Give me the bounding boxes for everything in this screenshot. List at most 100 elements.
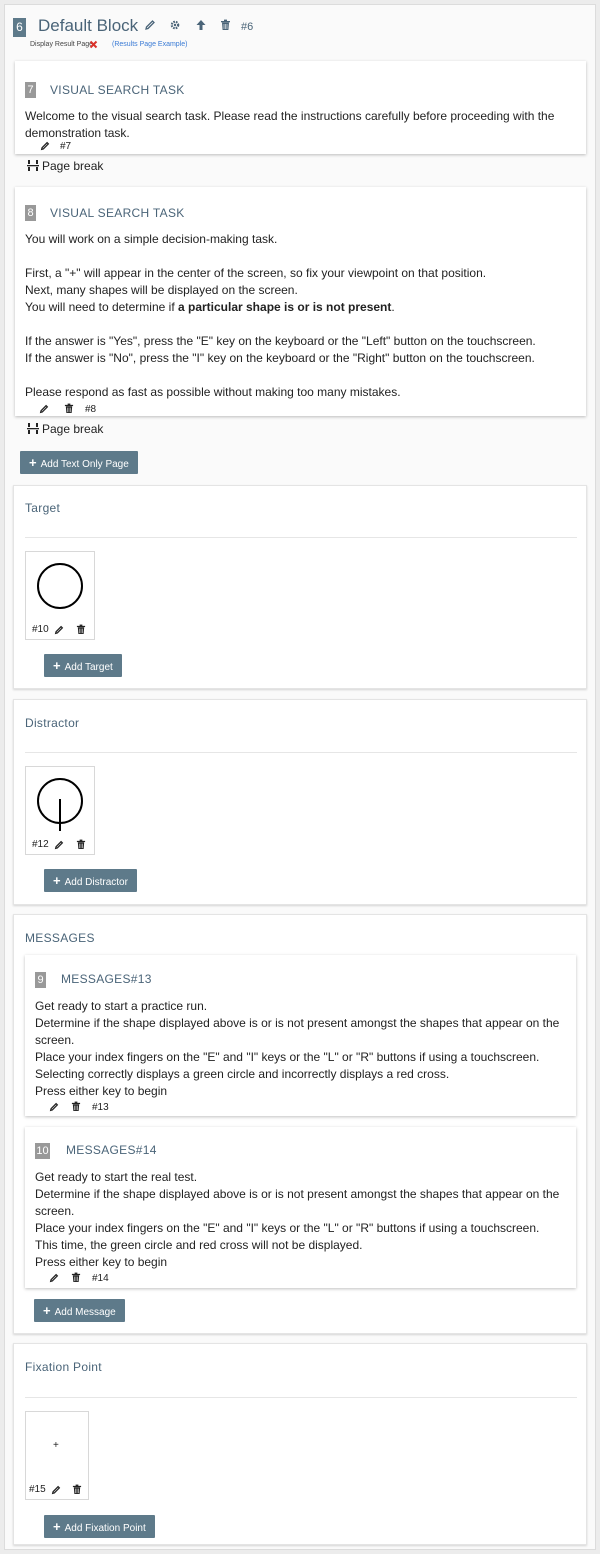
card-id: #8 [85,404,97,415]
text-line: Determine if the shape displayed above i… [35,1016,560,1047]
settings-gear-icon[interactable] [169,19,181,34]
card-text: Welcome to the visual search task. Pleas… [25,109,555,140]
button-label: Add Fixation Point [64,1523,146,1534]
fixation-point-stimulus-card[interactable]: + #15 [25,1411,89,1500]
delete-trash-icon[interactable] [64,403,74,417]
edit-pencil-icon[interactable] [49,1272,59,1286]
card-text: You will work on a simple decision-makin… [25,231,580,401]
edit-pencil-icon[interactable] [51,1484,61,1498]
text-line: First, a "+" will appear in the center o… [25,266,487,280]
button-label: Add Message [54,1307,116,1318]
text-line: You will work on a simple decision-makin… [25,232,278,246]
message-card-13: 9 MESSAGES#13 Get ready to start a pract… [25,955,576,1116]
page-break-icon [27,423,39,437]
delete-trash-icon[interactable] [71,1272,81,1286]
add-target-button[interactable]: + Add Target [44,654,122,677]
section-title: Target [25,501,61,515]
delete-block-trash-icon[interactable] [220,19,231,34]
message-card-14: 10 MESSAGES#14 Get ready to start the re… [25,1127,576,1288]
edit-pencil-icon[interactable] [39,403,49,417]
page-break-label: Page break [42,159,104,173]
text-span: . [391,300,395,314]
stimulus-id: #15 [29,1484,46,1495]
section-title: MESSAGES [25,931,95,945]
edit-block-pencil-icon[interactable] [144,19,156,34]
edit-pencil-icon[interactable] [49,1101,59,1115]
delete-trash-icon[interactable] [76,624,86,638]
page-break-label: Page break [42,422,104,436]
text-line: Determine if the shape displayed above i… [35,1187,560,1218]
stimulus-id: #12 [32,839,49,850]
card-id: #7 [60,141,72,152]
delete-trash-icon[interactable] [71,1101,81,1115]
text-page-card-7: 7 VISUAL SEARCH TASK Welcome to the visu… [15,61,586,154]
text-span: You will need to determine if [25,300,178,314]
section-divider [25,752,577,753]
fixation-cross-symbol: + [53,1440,59,1451]
card-text: Get ready to start a practice run. Deter… [35,998,570,1100]
distractor-section: Distractor #12 + Add Distractor [13,699,587,905]
bold-text: a particular shape is or is not present [177,300,392,314]
messages-section: MESSAGES 9 MESSAGES#13 Get ready to star… [13,914,587,1334]
block-number-badge: 6 [13,18,26,37]
delete-trash-icon[interactable] [72,1484,82,1498]
add-distractor-button[interactable]: + Add Distractor [44,869,137,892]
display-result-close-icon[interactable] [89,38,98,52]
fixation-point-section: Fixation Point + #15 + Add Fixation Point [13,1343,587,1545]
block-id: #6 [241,21,254,33]
distractor-stimulus-card[interactable]: #12 [25,766,95,855]
card-number-badge: 8 [25,205,36,221]
section-divider [25,1397,577,1398]
section-title: Distractor [25,716,80,730]
results-page-example-link[interactable]: (Results Page Example) [112,41,187,48]
text-line: Selecting correctly displays a green cir… [35,1067,450,1081]
text-line: Next, many shapes will be displayed on t… [25,283,298,297]
plus-icon: + [53,873,61,888]
text-line: Place your index fingers on the "E" and … [35,1221,540,1235]
add-message-button[interactable]: + Add Message [34,1299,125,1322]
edit-pencil-icon[interactable] [40,140,50,154]
button-label: Add Distractor [64,877,128,888]
button-label: Add Text Only Page [40,459,129,470]
add-text-only-page-button[interactable]: + Add Text Only Page [20,451,138,474]
text-line: You will need to determine if a particul… [25,299,580,316]
card-number-badge: 9 [35,972,46,988]
add-fixation-point-button[interactable]: + Add Fixation Point [44,1515,155,1538]
card-id: #14 [92,1273,109,1284]
target-section: Target #10 + Add Target [13,485,587,689]
button-label: Add Target [64,662,113,673]
card-title: MESSAGES#14 [66,1143,157,1157]
circle-with-line-stimulus-image [37,778,83,831]
text-line: Press either key to begin [35,1255,168,1269]
card-title: VISUAL SEARCH TASK [50,83,185,97]
move-up-arrow-up-icon[interactable] [195,19,207,34]
section-title: Fixation Point [25,1360,102,1374]
display-result-page-label: Display Result Page [30,41,94,48]
text-line: Get ready to start a practice run. [35,999,208,1013]
text-line: This time, the green circle and red cros… [35,1238,363,1252]
text-line: If the answer is "No", press the "I" key… [25,351,535,365]
card-title: VISUAL SEARCH TASK [50,206,185,220]
edit-pencil-icon[interactable] [54,624,64,638]
text-line: Press either key to begin [35,1084,168,1098]
text-line: Please respond as fast as possible witho… [25,385,401,399]
card-number-badge: 10 [35,1143,50,1159]
page-container: 6 Default Block #6 Display Result Page (… [4,4,596,1550]
card-title: MESSAGES#13 [61,972,152,986]
plus-icon: + [43,1303,51,1318]
text-line: Get ready to start the real test. [35,1170,198,1184]
page-break-icon [27,160,39,174]
edit-pencil-icon[interactable] [54,839,64,853]
block-title: Default Block [38,16,139,35]
circle-stimulus-image [37,563,83,609]
card-id: #13 [92,1102,109,1113]
delete-trash-icon[interactable] [76,839,86,853]
section-divider [25,537,577,538]
text-page-card-8: 8 VISUAL SEARCH TASK You will work on a … [15,187,586,416]
text-line: Place your index fingers on the "E" and … [35,1050,540,1064]
target-stimulus-card[interactable]: #10 [25,551,95,640]
stimulus-id: #10 [32,624,49,635]
card-text: Get ready to start the real test. Determ… [35,1169,570,1271]
text-line: If the answer is "Yes", press the "E" ke… [25,334,536,348]
plus-icon: + [53,1519,61,1534]
